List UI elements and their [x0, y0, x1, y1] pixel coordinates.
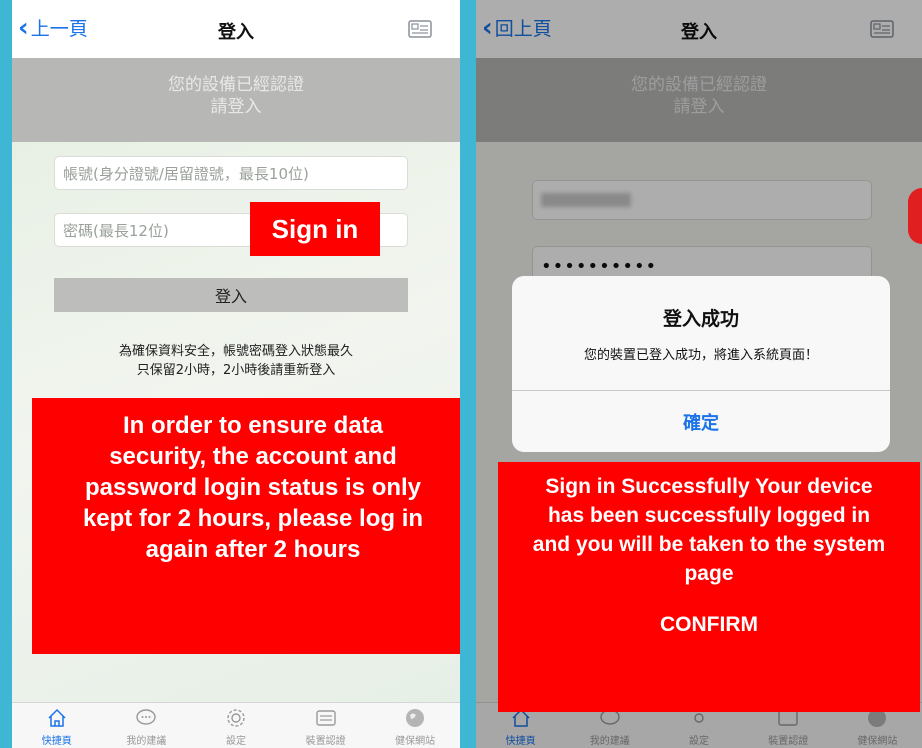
red-circle-marker	[908, 188, 922, 244]
page-title: 登入	[218, 22, 254, 43]
left-screen: ‹ 上一頁 登入 您的設備已經認證 請登入 帳號(身分證號/居留證號，最長10位…	[12, 0, 460, 748]
globe-icon	[406, 709, 425, 727]
tab-bar: 快捷頁 我的建議 設定 裝置認證 健保網站	[12, 702, 460, 748]
chat-icon	[136, 709, 157, 725]
confirm-button[interactable]: 確定	[512, 391, 890, 452]
tab-settings[interactable]: 設定	[191, 703, 281, 748]
session-notice: 為確保資料安全，帳號密碼登入狀態最久 只保留2小時，2小時後請重新登入	[12, 342, 460, 380]
device-icon	[315, 710, 336, 726]
annotation-notice: In order to ensure data security, the ac…	[32, 398, 460, 654]
tab-nhi-website[interactable]: 健保網站	[370, 703, 460, 748]
notice-line2: 只保留2小時，2小時後請重新登入	[136, 363, 336, 378]
account-placeholder: 帳號(身分證號/居留證號，最長10位)	[63, 164, 309, 183]
tab-home[interactable]: 快捷頁	[12, 703, 102, 748]
right-screen: ‹ 回上頁 登入 您的設備已經認證 請登入 •••••••••• 快捷頁 我的建…	[476, 0, 922, 748]
dialog-message: 您的裝置已登入成功，將進入系統頁面！	[583, 348, 818, 363]
success-dialog: 登入成功 您的裝置已登入成功，將進入系統頁面！ 確定	[512, 276, 890, 452]
account-input[interactable]: 帳號(身分證號/居留證號，最長10位)	[54, 156, 408, 190]
annotation-signin: Sign in	[250, 202, 380, 256]
annotation-success-text: Sign in Successfully Your device has bee…	[532, 475, 886, 585]
gear-icon	[227, 709, 245, 727]
password-placeholder: 密碼(最長12位)	[63, 221, 169, 240]
home-icon	[48, 708, 66, 727]
tab-label: 我的建議	[126, 736, 167, 747]
tab-label: 設定	[225, 736, 246, 747]
annotation-confirm: CONFIRM	[660, 613, 758, 636]
tab-label: 裝置認證	[305, 736, 346, 747]
banner-line2: 請登入	[210, 97, 262, 117]
tab-label: 健保網站	[395, 736, 436, 747]
nav-bar: ‹ 上一頁 登入	[12, 0, 460, 58]
device-card-icon[interactable]	[408, 20, 434, 40]
dialog-title: 登入成功	[662, 308, 739, 330]
tab-suggestions[interactable]: 我的建議	[102, 703, 192, 748]
tab-device-auth[interactable]: 裝置認證	[281, 703, 371, 748]
banner-line1: 您的設備已經認證	[168, 75, 304, 95]
tab-label: 快捷頁	[41, 736, 72, 747]
auth-banner: 您的設備已經認證 請登入	[12, 58, 460, 142]
annotation-success: Sign in Successfully Your device has bee…	[498, 462, 920, 712]
login-button[interactable]: 登入	[54, 278, 408, 312]
notice-line1: 為確保資料安全，帳號密碼登入狀態最久	[118, 344, 353, 359]
